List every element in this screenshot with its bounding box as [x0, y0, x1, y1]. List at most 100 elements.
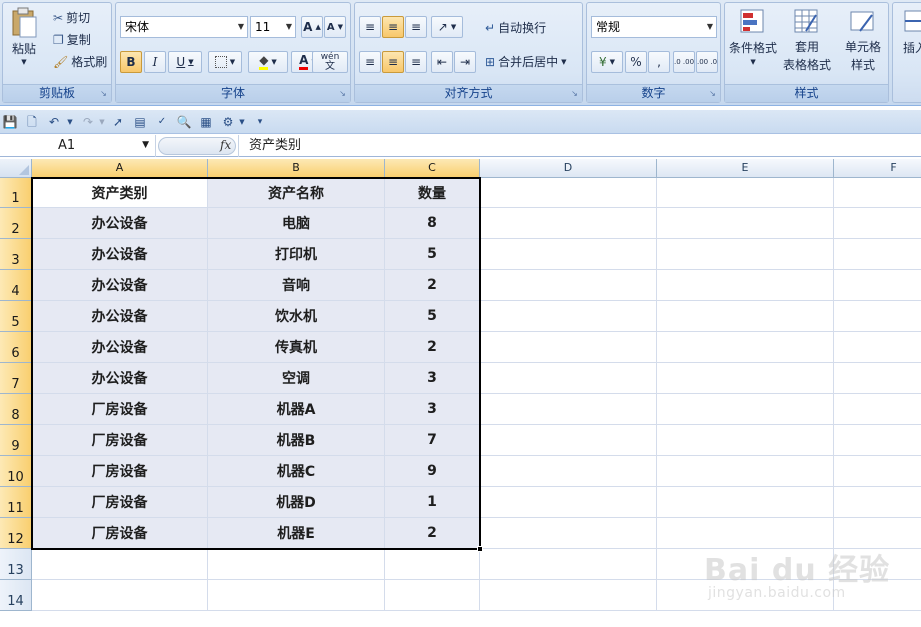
cell-a4[interactable]: 办公设备	[32, 270, 208, 301]
cell-e8[interactable]	[657, 394, 834, 425]
cell-e12[interactable]	[657, 518, 834, 549]
font-name-select[interactable]: 宋体 ▼	[120, 16, 248, 38]
cell-f7[interactable]	[834, 363, 921, 394]
percent-button[interactable]: %	[625, 51, 647, 73]
cell-b13[interactable]	[208, 549, 385, 580]
cell-e5[interactable]	[657, 301, 834, 332]
cell-f14[interactable]	[834, 580, 921, 611]
cell-f1[interactable]	[834, 178, 921, 208]
phonetic-guide-button[interactable]: wén 文	[312, 51, 348, 73]
cell-c9[interactable]: 7	[385, 425, 480, 456]
dialog-launcher-icon[interactable]: ↘	[570, 90, 579, 99]
cell-d10[interactable]	[480, 456, 657, 487]
cell-d11[interactable]	[480, 487, 657, 518]
chevron-down-icon[interactable]: ▼	[142, 135, 149, 156]
increase-indent-button[interactable]: ⇥	[454, 51, 476, 73]
row-header-5[interactable]: 5	[0, 301, 32, 332]
column-header-c[interactable]: C	[385, 159, 480, 178]
cell-b14[interactable]	[208, 580, 385, 611]
cell-c5[interactable]: 5	[385, 301, 480, 332]
row-header-4[interactable]: 4	[0, 270, 32, 301]
cell-a13[interactable]	[32, 549, 208, 580]
borders-button[interactable]: ▼	[208, 51, 242, 73]
cell-f3[interactable]	[834, 239, 921, 270]
cell-f9[interactable]	[834, 425, 921, 456]
italic-button[interactable]: I	[144, 51, 166, 73]
cell-d14[interactable]	[480, 580, 657, 611]
row-header-9[interactable]: 9	[0, 425, 32, 456]
insert-function-icon[interactable]: fx	[220, 135, 231, 156]
align-top-button[interactable]: ≡	[359, 16, 381, 38]
cell-f6[interactable]	[834, 332, 921, 363]
pointer-icon[interactable]: ➚	[110, 114, 126, 130]
column-header-b[interactable]: B	[208, 159, 385, 178]
cell-c14[interactable]	[385, 580, 480, 611]
cell-f8[interactable]	[834, 394, 921, 425]
align-right-button[interactable]: ≡	[405, 51, 427, 73]
grid-icon[interactable]: ▦	[198, 114, 214, 130]
spelling-icon[interactable]: ✓	[154, 114, 170, 130]
cell-d13[interactable]	[480, 549, 657, 580]
decrease-decimal-button[interactable]: .00 .0	[696, 51, 718, 73]
cell-d3[interactable]	[480, 239, 657, 270]
cell-e2[interactable]	[657, 208, 834, 239]
font-size-select[interactable]: 11 ▼	[250, 16, 296, 38]
dialog-launcher-icon[interactable]: ↘	[99, 90, 108, 99]
cell-b9[interactable]: 机器B	[208, 425, 385, 456]
shrink-font-button[interactable]: A ▼	[324, 16, 346, 38]
merge-center-button[interactable]: ⊞ 合并后居中 ▼	[485, 53, 566, 70]
cell-b12[interactable]: 机器E	[208, 518, 385, 549]
cell-c2[interactable]: 8	[385, 208, 480, 239]
cell-e1[interactable]	[657, 178, 834, 208]
cell-b3[interactable]: 打印机	[208, 239, 385, 270]
cell-e3[interactable]	[657, 239, 834, 270]
cell-d6[interactable]	[480, 332, 657, 363]
cell-c4[interactable]: 2	[385, 270, 480, 301]
chevron-down-icon[interactable]: ▼	[94, 114, 110, 130]
dialog-launcher-icon[interactable]: ↘	[708, 90, 717, 99]
wrap-text-button[interactable]: ↵ 自动换行	[485, 19, 546, 36]
fill-handle[interactable]	[477, 546, 483, 552]
cell-e11[interactable]	[657, 487, 834, 518]
cell-e10[interactable]	[657, 456, 834, 487]
cell-b8[interactable]: 机器A	[208, 394, 385, 425]
cell-a12[interactable]: 厂房设备	[32, 518, 208, 549]
underline-button[interactable]: U ▼	[168, 51, 202, 73]
dialog-launcher-icon[interactable]: ↘	[338, 90, 347, 99]
undo-icon[interactable]: ↶	[46, 114, 62, 130]
cell-f11[interactable]	[834, 487, 921, 518]
paste-button[interactable]: 粘贴 ▼	[9, 7, 39, 66]
comma-button[interactable]: ,	[648, 51, 670, 73]
align-bottom-button[interactable]: ≡	[405, 16, 427, 38]
cell-b6[interactable]: 传真机	[208, 332, 385, 363]
bold-button[interactable]: B	[120, 51, 142, 73]
row-header-10[interactable]: 10	[0, 456, 32, 487]
cell-d8[interactable]	[480, 394, 657, 425]
align-center-button[interactable]: ≡	[382, 51, 404, 73]
currency-button[interactable]: ¥ ▼	[591, 51, 623, 73]
format-painter-button[interactable]: 🖌 格式刷	[53, 53, 107, 70]
cell-f13[interactable]	[834, 549, 921, 580]
cell-f5[interactable]	[834, 301, 921, 332]
cell-e13[interactable]	[657, 549, 834, 580]
row-header-1[interactable]: 1	[0, 178, 32, 208]
cell-a7[interactable]: 办公设备	[32, 363, 208, 394]
cell-f10[interactable]	[834, 456, 921, 487]
row-header-8[interactable]: 8	[0, 394, 32, 425]
orientation-button[interactable]: ↗ ▼	[431, 16, 463, 38]
cell-d2[interactable]	[480, 208, 657, 239]
cell-d4[interactable]	[480, 270, 657, 301]
cell-b2[interactable]: 电脑	[208, 208, 385, 239]
cell-c1[interactable]: 数量	[385, 178, 480, 208]
cell-a8[interactable]: 厂房设备	[32, 394, 208, 425]
cell-b11[interactable]: 机器D	[208, 487, 385, 518]
cell-d1[interactable]	[480, 178, 657, 208]
copy-button[interactable]: ❐ 复制	[53, 31, 91, 48]
row-header-7[interactable]: 7	[0, 363, 32, 394]
cell-c10[interactable]: 9	[385, 456, 480, 487]
cell-b10[interactable]: 机器C	[208, 456, 385, 487]
conditional-formatting-button[interactable]: 条件格式 ▼	[729, 7, 777, 66]
row-header-13[interactable]: 13	[0, 549, 32, 580]
select-all-button[interactable]	[0, 159, 32, 178]
cell-e6[interactable]	[657, 332, 834, 363]
